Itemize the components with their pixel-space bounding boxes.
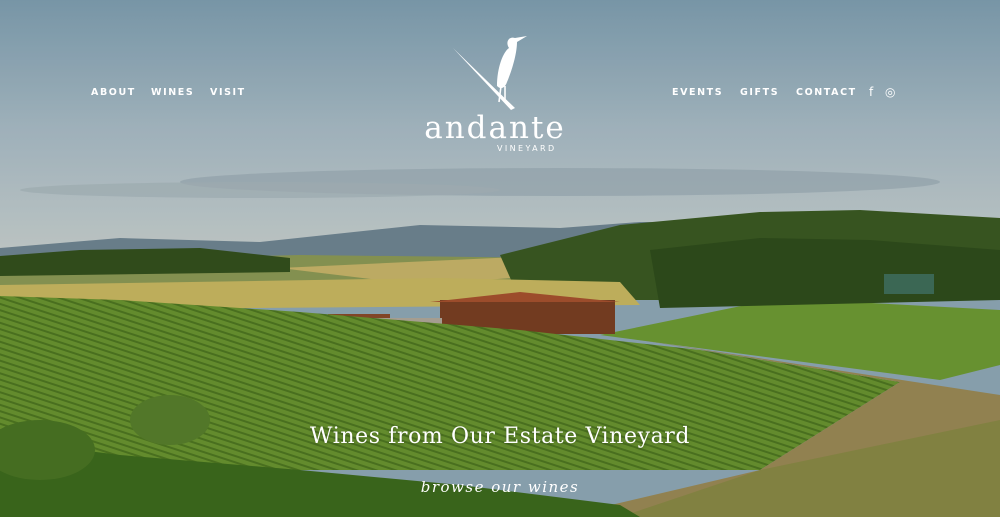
nav-visit[interactable]: VISIT <box>210 87 246 98</box>
nav-wines[interactable]: WINES <box>151 87 194 98</box>
nav-gifts[interactable]: GIFTS <box>740 87 779 98</box>
nav-events[interactable]: EVENTS <box>672 87 723 98</box>
brand-name[interactable]: andante <box>420 110 570 146</box>
brand-subtitle: VINEYARD <box>497 144 557 153</box>
hero-tagline: Wines from Our Estate Vineyard <box>309 424 691 449</box>
nav-contact[interactable]: CONTACT <box>796 87 857 98</box>
instagram-icon[interactable]: ◎ <box>885 85 895 99</box>
browse-wines-link[interactable]: browse our wines <box>0 478 1000 496</box>
facebook-icon[interactable]: f <box>869 85 873 99</box>
nav-about[interactable]: ABOUT <box>91 87 136 98</box>
